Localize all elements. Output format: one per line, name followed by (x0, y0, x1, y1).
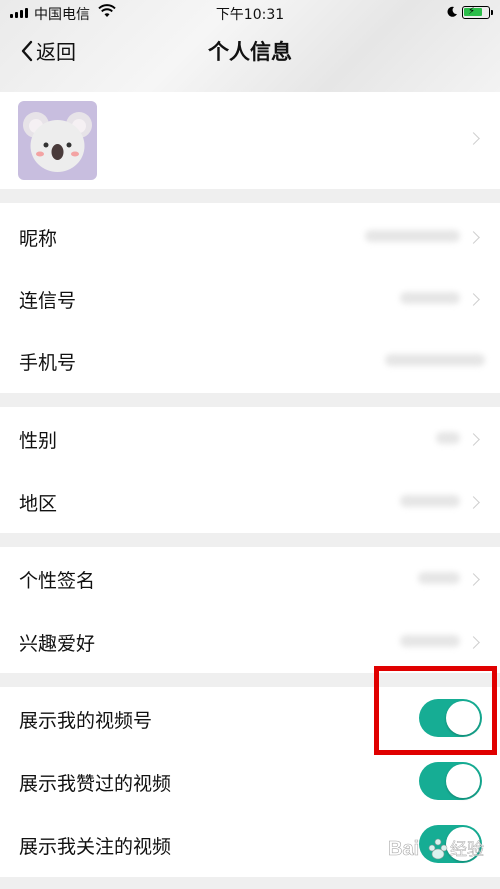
show-channel-toggle[interactable] (419, 699, 482, 737)
gender-row[interactable]: 性别 (0, 407, 500, 469)
do-not-disturb-icon (446, 6, 458, 22)
show-liked-videos-toggle[interactable] (419, 762, 482, 800)
hobbies-value-blurred (400, 635, 460, 647)
svg-text:经验: 经验 (450, 840, 484, 860)
chevron-right-icon (467, 433, 480, 446)
chevron-right-icon (467, 636, 480, 649)
personal-section: 个性签名 兴趣爱好 (0, 547, 500, 673)
svg-text:Bai: Bai (388, 838, 419, 860)
region-value-blurred (400, 495, 460, 507)
hobbies-label: 兴趣爱好 (19, 633, 96, 655)
account-id-value-blurred (400, 292, 460, 304)
show-channel-label: 展示我的视频号 (19, 710, 153, 732)
chevron-right-icon (467, 293, 480, 306)
koala-avatar (18, 101, 97, 180)
show-liked-videos-label: 展示我赞过的视频 (19, 773, 172, 795)
show-followed-videos-label: 展示我关注的视频 (19, 836, 172, 858)
region-row[interactable]: 地区 (0, 470, 500, 532)
chevron-right-icon (467, 231, 480, 244)
phone-label: 手机号 (19, 352, 77, 374)
basic-info-section: 昵称 连信号 手机号 (0, 203, 500, 393)
gender-region-section: 性别 地区 (0, 407, 500, 533)
chevron-right-icon (467, 496, 480, 509)
phone-row[interactable]: 手机号 (0, 329, 500, 391)
battery-icon: ⚡ (462, 6, 493, 19)
toggle-knob (446, 701, 480, 735)
status-time: 下午10:31 (215, 7, 285, 23)
baidu-watermark: Bai 经验 (386, 828, 496, 868)
signature-value-blurred (418, 572, 460, 584)
account-id-row[interactable]: 连信号 (0, 267, 500, 329)
show-liked-videos-row: 展示我赞过的视频 (0, 750, 500, 812)
nickname-label: 昵称 (19, 228, 58, 250)
gender-label: 性别 (19, 430, 58, 452)
avatar-section (0, 92, 500, 189)
toggle-knob (446, 764, 480, 798)
signature-row[interactable]: 个性签名 (0, 547, 500, 609)
chevron-right-icon (467, 573, 480, 586)
back-button[interactable]: 返回 (20, 36, 76, 65)
hobbies-row[interactable]: 兴趣爱好 (0, 610, 500, 672)
account-id-label: 连信号 (19, 290, 77, 312)
avatar-row[interactable] (0, 92, 500, 189)
nickname-value-blurred (365, 230, 460, 242)
nickname-row[interactable]: 昵称 (0, 205, 500, 267)
back-label: 返回 (36, 40, 76, 64)
phone-value-blurred (385, 354, 485, 366)
gender-value-blurred (436, 432, 460, 444)
status-bar: 中国电信 下午10:31 ⚡ (0, 0, 500, 26)
signature-label: 个性签名 (19, 570, 96, 592)
chevron-left-icon (21, 40, 33, 61)
show-channel-row: 展示我的视频号 (0, 687, 500, 749)
top-bar: 中国电信 下午10:31 ⚡ 返回 个人信息 (0, 0, 500, 92)
region-label: 地区 (19, 493, 58, 515)
chevron-right-icon (467, 132, 480, 145)
